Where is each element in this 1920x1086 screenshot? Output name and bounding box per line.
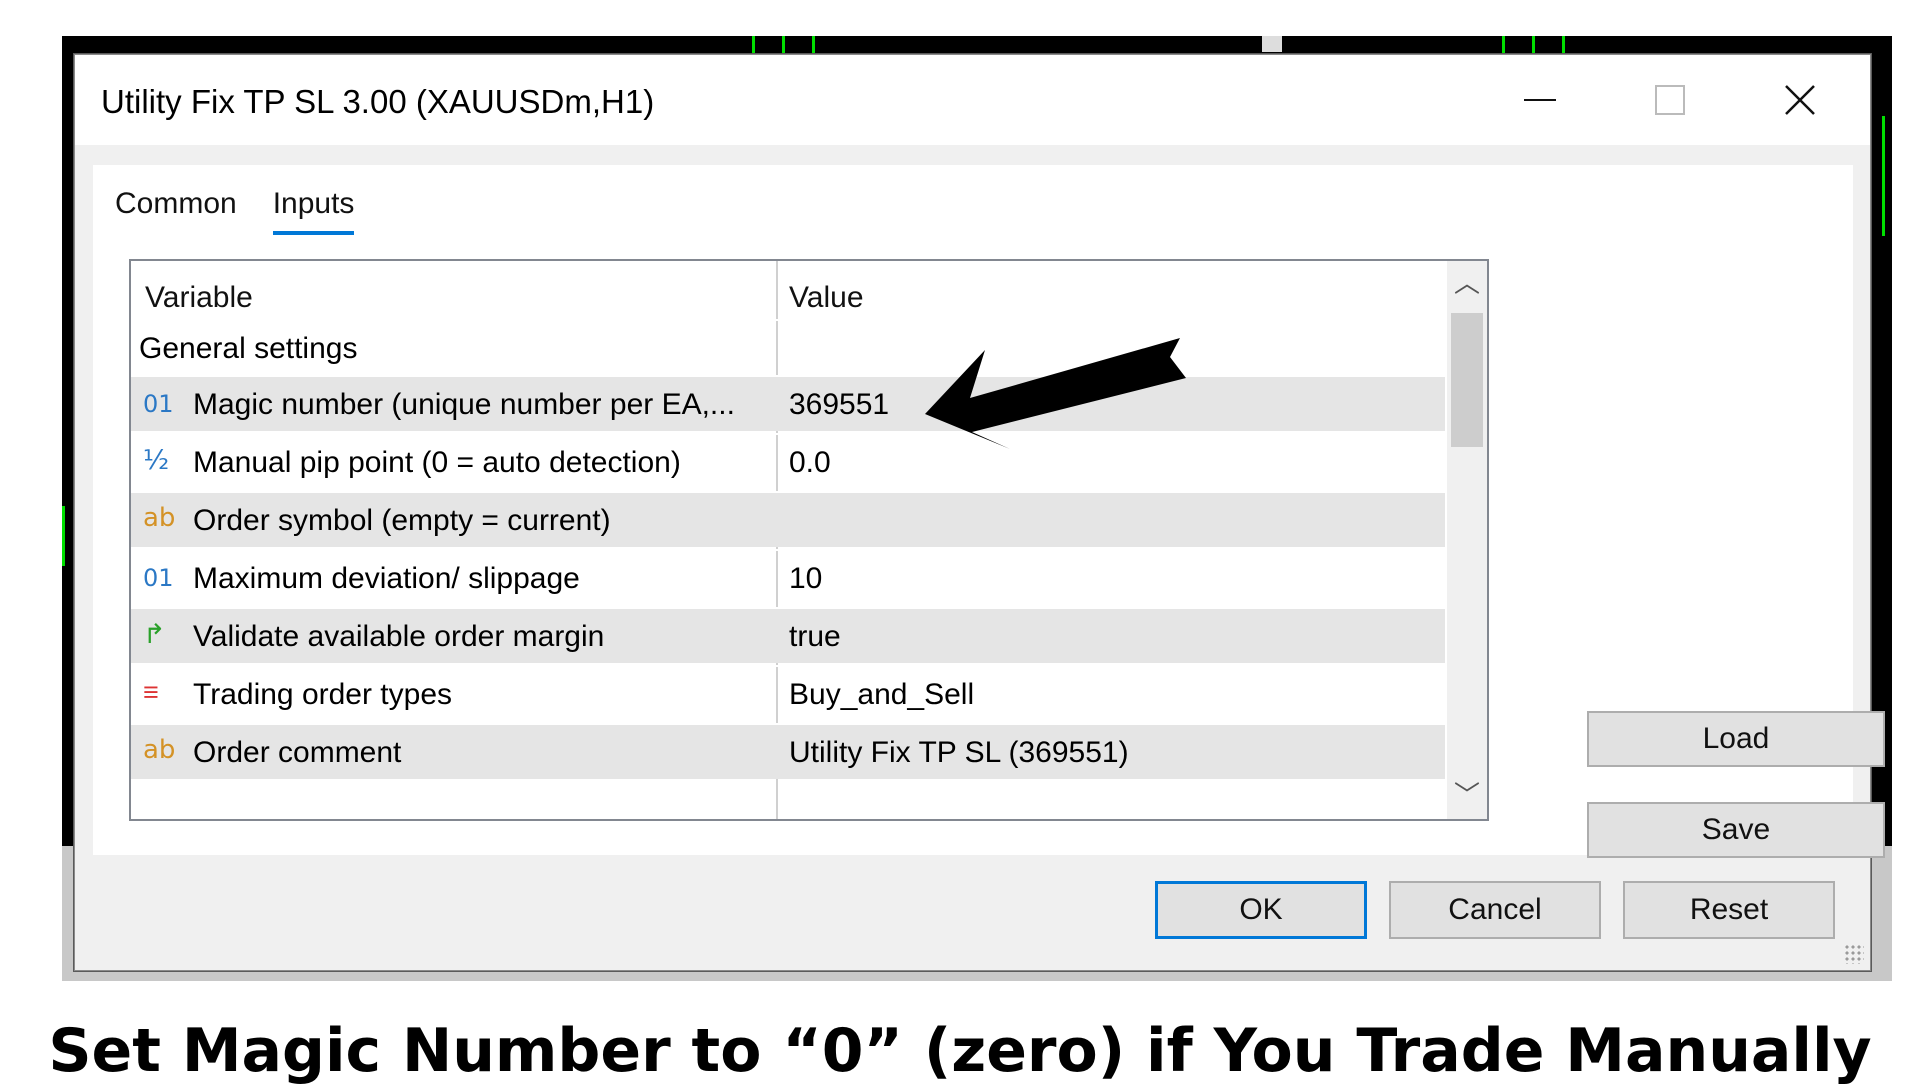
annotation-arrow xyxy=(925,338,1186,449)
caption-text: Set Magic Number to “0” (zero) if You Tr… xyxy=(48,1016,1872,1086)
